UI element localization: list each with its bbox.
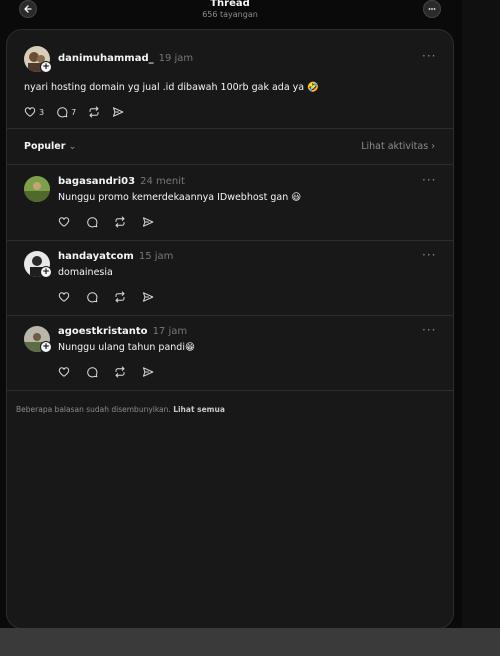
avatar-image (24, 176, 50, 202)
username-text[interactable]: danimuhammad_ (58, 53, 154, 64)
like-button[interactable]: 3 (24, 106, 44, 118)
username-text[interactable]: handayatcom (58, 251, 134, 262)
comment-bubble-icon (57, 107, 68, 118)
divider (7, 390, 453, 391)
sort-label[interactable]: Populer (24, 141, 65, 152)
right-panel (462, 0, 500, 628)
comment-bubble-icon (87, 367, 98, 378)
repost-icon (115, 291, 125, 303)
reply-text: Nunggu ulang tahun pandi😁 (58, 342, 195, 353)
comment-button[interactable]: 7 (56, 106, 76, 118)
repost-button[interactable] (114, 366, 126, 378)
share-button[interactable] (142, 291, 154, 303)
comment-button[interactable] (86, 216, 98, 228)
view-activity-link[interactable]: Lihat aktivitas › (361, 141, 435, 152)
top-bar: Thread 656 tayangan (0, 0, 500, 28)
follow-plus-icon[interactable]: + (40, 266, 52, 278)
divider (7, 128, 453, 129)
comment-count: 7 (71, 107, 77, 117)
reply-username[interactable]: handayatcom 15 jam (58, 251, 173, 262)
repost-button[interactable] (114, 291, 126, 303)
hidden-replies-text: Beberapa balasan sudah disembunyikan. (16, 405, 171, 414)
comment-button[interactable] (86, 291, 98, 303)
reply-username[interactable]: agoestkristanto 17 jam (58, 326, 187, 337)
send-icon (143, 292, 154, 302)
hidden-replies-note: Beberapa balasan sudah disembunyikan. Li… (16, 405, 225, 414)
heart-icon (58, 367, 70, 377)
thread-title: Thread (210, 0, 250, 9)
reply-text: Nunggu promo kemerdekaannya IDwebhost ga… (58, 192, 302, 203)
reply-more-icon[interactable]: ··· (422, 248, 436, 262)
send-icon (143, 217, 154, 227)
reply-time: 17 jam (152, 326, 188, 337)
post-time: 19 jam (158, 53, 194, 64)
like-button[interactable] (58, 366, 70, 378)
thread-more-button[interactable] (423, 0, 441, 18)
reply-username[interactable]: bagasandri03 24 menit (58, 176, 185, 187)
reply-more-icon[interactable]: ··· (422, 173, 436, 187)
reply-more-icon[interactable]: ··· (422, 323, 436, 337)
reply-item: + handayatcom 15 jam ··· domainesia (7, 240, 453, 315)
post-username[interactable]: danimuhammad_ 19 jam (58, 53, 193, 64)
reply-time: 24 menit (140, 176, 185, 187)
reply-actions (58, 291, 166, 303)
reply-item: bagasandri03 24 menit ··· Nunggu promo ke… (7, 165, 453, 240)
follow-plus-icon[interactable]: + (40, 61, 52, 73)
share-button[interactable] (142, 366, 154, 378)
reply-actions (58, 366, 166, 378)
reply-text: domainesia (58, 267, 113, 278)
follow-plus-icon[interactable]: + (40, 341, 52, 353)
post-actions: 3 7 (24, 106, 136, 118)
see-all-link[interactable]: Lihat semua (173, 405, 225, 414)
repost-button[interactable] (88, 106, 100, 118)
comment-bubble-icon (87, 292, 98, 303)
comment-bubble-icon (87, 217, 98, 228)
post-text: nyari hosting domain yg jual .id dibawah… (24, 82, 319, 93)
reply-time: 15 jam (138, 251, 174, 262)
view-count: 656 tayangan (202, 10, 258, 19)
like-button[interactable] (58, 291, 70, 303)
reply-item: + agoestkristanto 17 jam ··· Nunggu ulang… (7, 315, 453, 390)
chevron-down-icon: ⌄ (68, 141, 77, 152)
send-icon (113, 107, 124, 117)
repost-button[interactable] (114, 216, 126, 228)
post-more-icon[interactable]: ··· (422, 49, 436, 63)
like-button[interactable] (58, 216, 70, 228)
repost-icon (115, 366, 125, 378)
ellipsis-icon (428, 8, 436, 10)
heart-icon (58, 217, 70, 227)
activity-label[interactable]: Lihat aktivitas (361, 141, 428, 152)
sort-dropdown[interactable]: Populer ⌄ (24, 141, 76, 152)
share-button[interactable] (142, 216, 154, 228)
repost-icon (89, 106, 99, 118)
heart-icon (58, 292, 70, 302)
comment-button[interactable] (86, 366, 98, 378)
share-button[interactable] (112, 106, 124, 118)
chevron-right-icon: › (431, 141, 435, 152)
like-count: 3 (39, 107, 45, 117)
reply-avatar[interactable] (24, 176, 50, 202)
send-icon (143, 367, 154, 377)
reply-actions (58, 216, 166, 228)
repost-icon (115, 216, 125, 228)
heart-icon (24, 107, 36, 117)
bottom-bar (0, 628, 500, 656)
thread-card: + danimuhammad_ 19 jam ··· nyari hosting … (6, 29, 454, 629)
username-text[interactable]: bagasandri03 (58, 176, 135, 187)
username-text[interactable]: agoestkristanto (58, 326, 148, 337)
